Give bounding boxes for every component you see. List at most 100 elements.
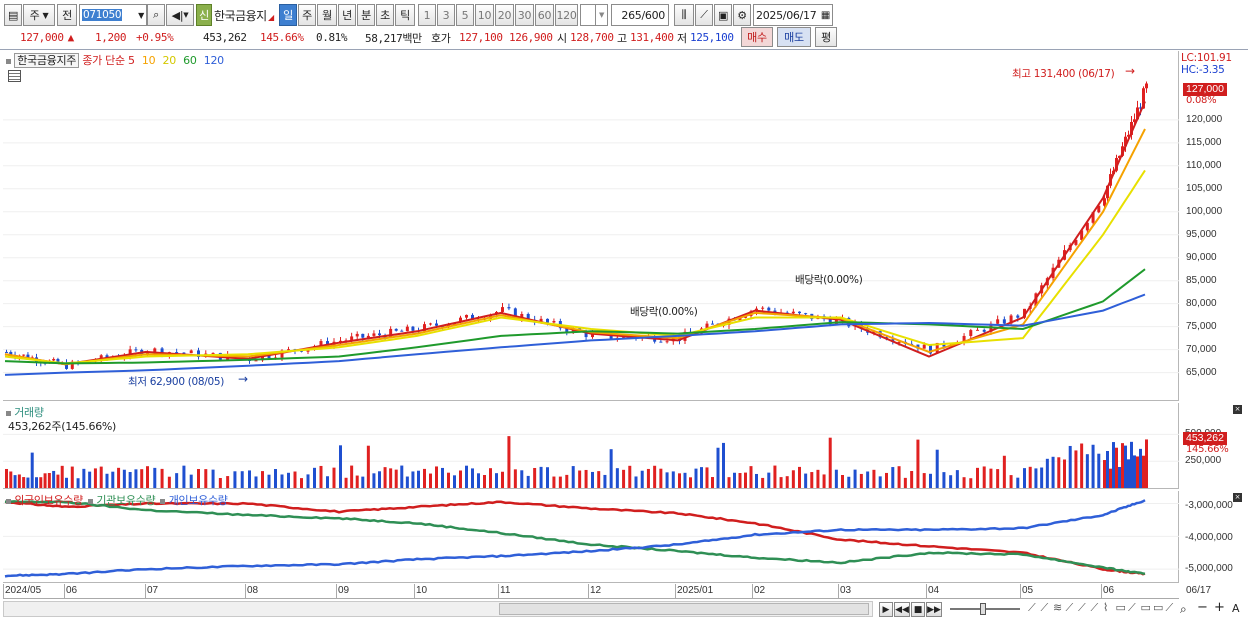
calendar-icon: ▦: [820, 9, 830, 21]
volume-bar: [816, 469, 820, 488]
interval-120[interactable]: 120: [555, 4, 578, 26]
volume-bar: [435, 466, 438, 488]
tab-period-month[interactable]: 월: [317, 4, 337, 26]
close-panel-icon[interactable]: ×: [1233, 405, 1242, 414]
table-icon[interactable]: [8, 70, 21, 82]
volume-bar: [99, 466, 103, 488]
play-button[interactable]: ▶: [879, 602, 893, 617]
drawing-tool-icon[interactable]: ▭: [1141, 601, 1151, 614]
x-axis-separator: [245, 584, 246, 599]
tab-period-year[interactable]: 년: [338, 4, 356, 26]
volume-bar: [916, 439, 920, 488]
candle-body: [435, 323, 438, 326]
volume-bar: [1145, 439, 1148, 488]
avg-button[interactable]: 평: [815, 27, 837, 47]
interval-1[interactable]: 1: [418, 4, 436, 26]
stop-button[interactable]: ■: [911, 602, 925, 617]
drawing-tool-icon[interactable]: ⟋: [1028, 601, 1036, 615]
window-menu-button[interactable]: ▤: [4, 4, 22, 26]
drawing-tool-button[interactable]: ⟋: [695, 4, 713, 26]
tab-period-minute[interactable]: 분: [357, 4, 375, 26]
candle-body: [507, 307, 511, 309]
volume-bar: [603, 474, 607, 488]
volume-bar: [982, 466, 986, 488]
scrollbar-thumb[interactable]: [499, 603, 869, 615]
candle-body: [465, 314, 468, 318]
drawing-tool-icon[interactable]: ⟋: [1091, 601, 1099, 615]
search-button[interactable]: ⌕: [147, 4, 165, 26]
volume-bar: [267, 474, 271, 488]
period-select[interactable]: 주 ▼: [23, 4, 55, 26]
close-panel-icon[interactable]: ×: [1233, 493, 1242, 502]
candle-body: [546, 318, 549, 323]
x-axis-separator: [498, 584, 499, 599]
volume-bar: [1133, 455, 1136, 488]
zoom-out-icon[interactable]: −: [1197, 600, 1208, 615]
volume-bar: [749, 466, 753, 488]
tab-period-week[interactable]: 주: [298, 4, 316, 26]
interval-5[interactable]: 5: [456, 4, 474, 26]
drawing-tool-icon[interactable]: ⌇: [1103, 601, 1108, 614]
interval-3[interactable]: 3: [437, 4, 455, 26]
x-axis-label: 03: [840, 585, 852, 596]
volume-bar: [810, 472, 814, 488]
volume-bar: [1040, 467, 1044, 488]
volume-summary: 453,262주(145.66%): [8, 420, 117, 433]
zoom-search-icon[interactable]: ⌕: [1180, 602, 1187, 617]
sell-button[interactable]: 매도: [777, 27, 811, 47]
tab-period-day[interactable]: 일: [279, 4, 297, 26]
volume-bar: [240, 471, 244, 488]
volume-bar: [1136, 456, 1139, 488]
buy-button[interactable]: 매수: [741, 27, 773, 47]
interval-10[interactable]: 10: [475, 4, 494, 26]
date-input[interactable]: 2025/06/17 ▦: [753, 4, 833, 26]
rewind-button[interactable]: ◀◀: [894, 602, 910, 617]
volume-bar: [1051, 456, 1055, 488]
stock-code-input[interactable]: 071050 ▼: [79, 4, 147, 26]
settings-button[interactable]: ⚙: [733, 4, 751, 26]
holdings-panel-legend: 외국인보유수량 기관보유수량 개인보유수량: [6, 492, 228, 508]
volume-bar: [791, 470, 795, 488]
drawing-tool-icon[interactable]: ▭: [1116, 601, 1126, 614]
tab-period-tick[interactable]: 틱: [395, 4, 415, 26]
candle-body: [429, 323, 432, 325]
chart-type-button[interactable]: ⫼: [674, 4, 694, 26]
candle-body: [378, 333, 381, 336]
drawing-tool-icon[interactable]: ⟋: [1128, 601, 1136, 615]
tab-period-second[interactable]: 초: [376, 4, 394, 26]
drawing-tool-icon[interactable]: ⟋: [1166, 601, 1174, 615]
zoom-in-icon[interactable]: +: [1214, 600, 1225, 615]
interval-20[interactable]: 20: [495, 4, 514, 26]
horizontal-scrollbar[interactable]: [3, 601, 873, 617]
count-input[interactable]: 265/600: [611, 4, 669, 26]
drawing-tool-icon[interactable]: ⟋: [1078, 601, 1086, 615]
volume-bar: [773, 465, 777, 488]
price-tick: 100,000: [1186, 205, 1223, 217]
interval-30[interactable]: 30: [515, 4, 534, 26]
drawing-tool-icon[interactable]: ⟋: [1066, 601, 1074, 615]
line-tool-icon: ⟋: [700, 8, 708, 21]
volume-bar: [1068, 445, 1072, 488]
quote-low: 125,100: [690, 31, 734, 44]
interval-60[interactable]: 60: [535, 4, 554, 26]
volume-bar: [1130, 441, 1133, 488]
interval-dropdown[interactable]: ▼: [595, 4, 608, 26]
x-axis-separator: [336, 584, 337, 599]
volume-bar: [1091, 444, 1095, 488]
volume-bar: [175, 473, 179, 488]
volume-bar: [1085, 454, 1089, 488]
volume-bar: [546, 467, 549, 488]
drawing-tool-icon[interactable]: ⟋: [1041, 601, 1049, 615]
fast-forward-button[interactable]: ▶▶: [926, 602, 942, 617]
drawing-tool-icon[interactable]: ≋: [1053, 601, 1062, 614]
drawing-tool-icon[interactable]: ▭: [1153, 601, 1163, 614]
zoom-slider-thumb[interactable]: [980, 603, 986, 615]
prev-button[interactable]: 전: [57, 4, 77, 26]
volume-bar: [378, 471, 381, 488]
volume-bar: [935, 449, 939, 488]
font-size-button[interactable]: A: [1232, 602, 1240, 615]
volume-bar: [897, 466, 901, 488]
save-button[interactable]: ▣: [714, 4, 732, 26]
sound-button[interactable]: ◀| ▼: [166, 4, 194, 26]
chevron-down-icon: ▼: [42, 10, 49, 20]
